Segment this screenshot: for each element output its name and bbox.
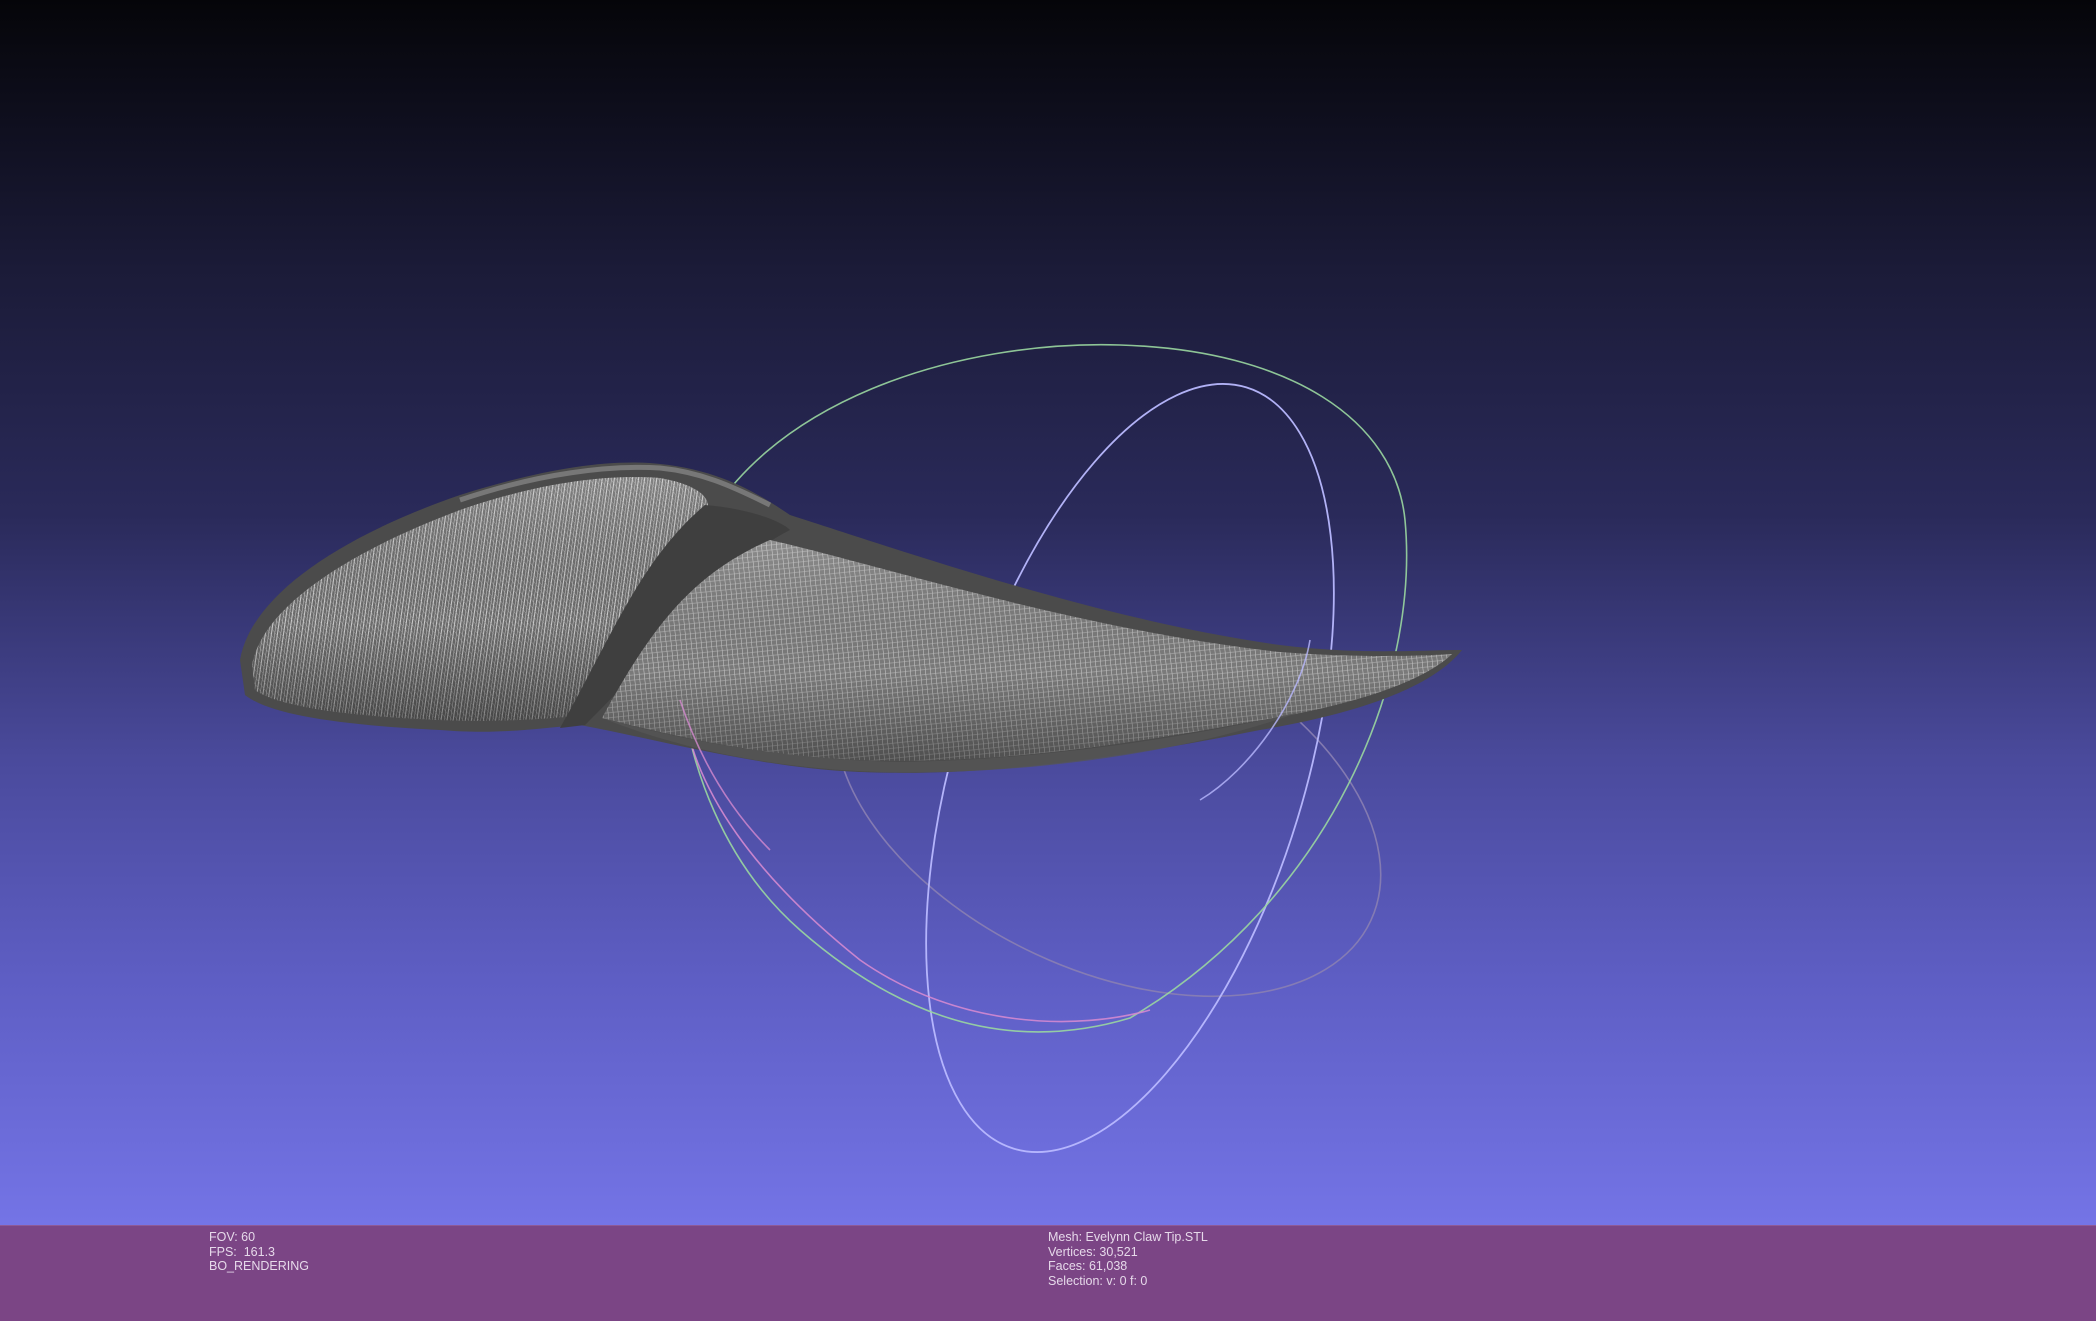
fov-readout: FOV: 60 (209, 1230, 256, 1244)
faces-readout: Faces: 61,038 (1048, 1259, 1128, 1273)
vertices-readout: Vertices: 30,521 (1048, 1244, 1138, 1259)
fps-readout: FPS: 161.3 (209, 1244, 276, 1259)
trackball-gizmo[interactable] (682, 336, 1444, 1200)
mesh-name-readout: Mesh: Evelynn Claw Tip.STL (1048, 1230, 1208, 1244)
selection-readout: Selection: v: 0 f: 0 (1048, 1273, 1148, 1288)
status-bar: FOV: 60 FPS: 161.3 BO_RENDERING Mesh: Ev… (0, 1225, 2096, 1321)
render-mode-readout: BO_RENDERING (209, 1259, 310, 1273)
3d-viewport[interactable] (0, 0, 2096, 1225)
mesh-info: Mesh: Evelynn Claw Tip.STL Vertices: 30,… (1048, 1230, 1208, 1288)
render-info: FOV: 60 FPS: 161.3 BO_RENDERING (209, 1230, 309, 1274)
viewport-canvas (240, 336, 1462, 1200)
wireframe-mesh[interactable] (240, 462, 1462, 773)
